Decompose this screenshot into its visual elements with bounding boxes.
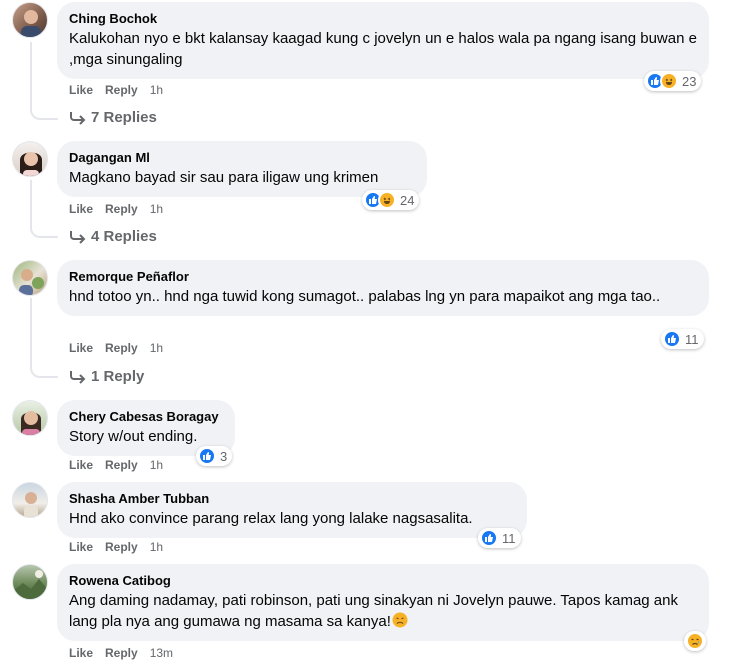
comment-bubble: Rowena Catibog Ang daming nadamay, pati … bbox=[57, 564, 709, 641]
like-icon bbox=[480, 529, 498, 547]
comment-text: hnd totoo yn.. hnd nga tuwid kong sumago… bbox=[69, 288, 661, 305]
avatar[interactable] bbox=[12, 400, 48, 436]
reply-connector bbox=[30, 216, 58, 238]
avatar-photo bbox=[13, 570, 47, 599]
haha-icon bbox=[378, 191, 396, 209]
reaction-summary[interactable]: 24 bbox=[362, 190, 420, 210]
sad-icon bbox=[686, 632, 704, 650]
comment-bubble: Shasha Amber Tubban Hnd ako convince par… bbox=[57, 482, 527, 538]
comment-actions: Like Reply 1h bbox=[69, 201, 175, 217]
comment-text: Ang daming nadamay, pati robinson, pati … bbox=[69, 590, 697, 632]
reaction-count: 24 bbox=[400, 192, 415, 208]
comment-author[interactable]: Remorque Peñaflor bbox=[69, 268, 697, 285]
reaction-count: 3 bbox=[220, 448, 228, 464]
comment-timestamp[interactable]: 1h bbox=[150, 539, 163, 555]
avatar-photo bbox=[24, 492, 38, 517]
reaction-summary[interactable]: 11 bbox=[661, 329, 704, 349]
comment-bubble: Remorque Peñaflor hnd totoo yn.. hnd nga… bbox=[57, 260, 709, 316]
replies-count: 7 Replies bbox=[91, 109, 157, 126]
comment-timestamp[interactable]: 1h bbox=[150, 201, 163, 217]
comment-timestamp[interactable]: 13m bbox=[150, 645, 173, 661]
comment-actions: Like Reply 1h bbox=[69, 539, 175, 555]
reaction-count: 11 bbox=[502, 530, 516, 546]
avatar[interactable] bbox=[12, 482, 48, 518]
avatar-photo bbox=[19, 269, 44, 295]
comment-timestamp[interactable]: 1h bbox=[150, 82, 163, 98]
like-button[interactable]: Like bbox=[69, 201, 93, 217]
reply-button[interactable]: Reply bbox=[105, 340, 138, 356]
like-button[interactable]: Like bbox=[69, 457, 93, 473]
like-icon bbox=[663, 330, 681, 348]
like-button[interactable]: Like bbox=[69, 645, 93, 661]
comment-text: Hnd ako convince parang relax lang yong … bbox=[69, 510, 473, 527]
comment-text: Story w/out ending. bbox=[69, 428, 198, 445]
comment-bubble: Dagangan Ml Magkano bayad sir sau para i… bbox=[57, 141, 427, 197]
comment-text-content: Ang daming nadamay, pati robinson, pati … bbox=[69, 592, 678, 630]
reply-button[interactable]: Reply bbox=[105, 539, 138, 555]
disappointed-face-icon bbox=[392, 612, 408, 628]
comment-author[interactable]: Shasha Amber Tubban bbox=[69, 490, 515, 507]
avatar[interactable] bbox=[12, 260, 48, 296]
comment-author[interactable]: Ching Bochok bbox=[69, 10, 697, 27]
haha-icon bbox=[660, 72, 678, 90]
like-button[interactable]: Like bbox=[69, 539, 93, 555]
comment-author[interactable]: Chery Cabesas Boragay bbox=[69, 408, 223, 425]
comment-actions: Like Reply 1h bbox=[69, 82, 175, 98]
reaction-summary[interactable]: 3 bbox=[196, 446, 233, 466]
comment-actions: Like Reply 1h bbox=[69, 457, 175, 473]
reply-arrow-icon bbox=[70, 231, 86, 244]
comment-author[interactable]: Rowena Catibog bbox=[69, 572, 697, 589]
avatar-photo bbox=[20, 152, 42, 176]
comment-actions: Like Reply 1h bbox=[69, 340, 175, 356]
view-replies-button[interactable]: 1 Reply bbox=[69, 367, 144, 387]
avatar[interactable] bbox=[12, 2, 48, 38]
reply-connector bbox=[30, 356, 58, 378]
reply-arrow-icon bbox=[70, 371, 86, 384]
view-replies-button[interactable]: 7 Replies bbox=[69, 108, 157, 128]
like-button[interactable]: Like bbox=[69, 82, 93, 98]
avatar-photo bbox=[21, 411, 41, 435]
reply-arrow-icon bbox=[70, 112, 86, 125]
reaction-summary[interactable]: 23 bbox=[644, 71, 702, 91]
reaction-summary[interactable] bbox=[684, 631, 706, 651]
comment-timestamp[interactable]: 1h bbox=[150, 340, 163, 356]
reply-button[interactable]: Reply bbox=[105, 82, 138, 98]
reply-connector bbox=[30, 98, 58, 120]
view-replies-button[interactable]: 4 Replies bbox=[69, 227, 157, 247]
comment-text: Kalukohan nyo e bkt kalansay kaagad kung… bbox=[69, 30, 697, 68]
comment-text: Magkano bayad sir sau para iligaw ung kr… bbox=[69, 169, 379, 186]
reply-button[interactable]: Reply bbox=[105, 201, 138, 217]
reaction-count: 11 bbox=[685, 331, 699, 347]
like-icon bbox=[198, 447, 216, 465]
reaction-count: 23 bbox=[682, 73, 697, 89]
avatar[interactable] bbox=[12, 141, 48, 177]
comment-timestamp[interactable]: 1h bbox=[150, 457, 163, 473]
like-button[interactable]: Like bbox=[69, 340, 93, 356]
avatar-photo bbox=[21, 10, 41, 37]
comment-actions: Like Reply 13m bbox=[69, 645, 185, 661]
replies-count: 1 Reply bbox=[91, 368, 145, 385]
comment-author[interactable]: Dagangan Ml bbox=[69, 149, 415, 166]
reply-button[interactable]: Reply bbox=[105, 645, 138, 661]
replies-count: 4 Replies bbox=[91, 228, 157, 245]
avatar[interactable] bbox=[12, 564, 48, 600]
reaction-summary[interactable]: 11 bbox=[478, 528, 521, 548]
comment-bubble: Ching Bochok Kalukohan nyo e bkt kalansa… bbox=[57, 2, 709, 79]
reply-button[interactable]: Reply bbox=[105, 457, 138, 473]
